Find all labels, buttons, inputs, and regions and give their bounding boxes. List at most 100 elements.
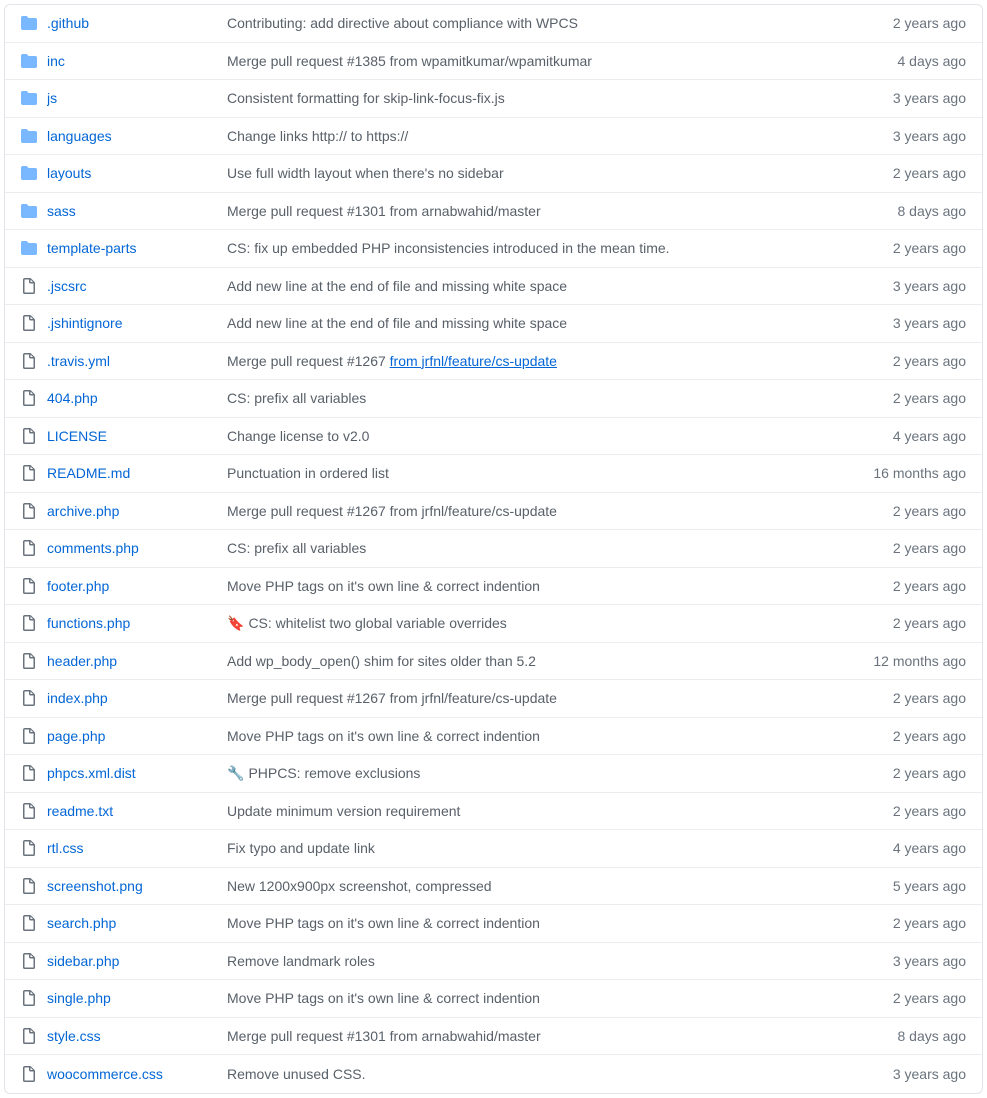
file-row[interactable]: phpcs.xml.dist🔧PHPCS: remove exclusions2… [5,755,982,793]
commit-message[interactable]: CS: prefix all variables [227,540,846,556]
commit-message[interactable]: Merge pull request #1267 from jrfnl/feat… [227,503,846,519]
file-row[interactable]: 404.phpCS: prefix all variables2 years a… [5,380,982,418]
commit-age: 3 years ago [846,1066,966,1082]
commit-message[interactable]: Merge pull request #1267 from jrfnl/feat… [227,353,846,369]
file-name-link[interactable]: .jscsrc [47,278,227,294]
commit-message[interactable]: CS: prefix all variables [227,390,846,406]
commit-message[interactable]: 🔧PHPCS: remove exclusions [227,765,846,782]
commit-age: 2 years ago [846,765,966,781]
file-row[interactable]: footer.phpMove PHP tags on it's own line… [5,568,982,606]
commit-message[interactable]: Use full width layout when there's no si… [227,165,846,181]
file-name-link[interactable]: style.css [47,1028,227,1044]
file-name-link[interactable]: .jshintignore [47,315,227,331]
commit-message[interactable]: Merge pull request #1301 from arnabwahid… [227,1028,846,1044]
commit-message[interactable]: Contributing: add directive about compli… [227,15,846,31]
file-name-link[interactable]: LICENSE [47,428,227,444]
file-name-link[interactable]: header.php [47,653,227,669]
file-name-link[interactable]: archive.php [47,503,227,519]
commit-message[interactable]: 🔖CS: whitelist two global variable overr… [227,615,846,632]
commit-message[interactable]: Merge pull request #1267 from jrfnl/feat… [227,690,846,706]
commit-message[interactable]: Move PHP tags on it's own line & correct… [227,578,846,594]
commit-message[interactable]: Move PHP tags on it's own line & correct… [227,728,846,744]
file-name-link[interactable]: template-parts [47,240,227,256]
file-name-link[interactable]: 404.php [47,390,227,406]
file-row[interactable]: index.phpMerge pull request #1267 from j… [5,680,982,718]
file-row[interactable]: sidebar.phpRemove landmark roles3 years … [5,943,982,981]
commit-message[interactable]: Punctuation in ordered list [227,465,846,481]
commit-message-text: Contributing: add directive about compli… [227,15,578,31]
file-row[interactable]: rtl.cssFix typo and update link4 years a… [5,830,982,868]
commit-message[interactable]: Fix typo and update link [227,840,846,856]
file-name-link[interactable]: layouts [47,165,227,181]
file-name-link[interactable]: phpcs.xml.dist [47,765,227,781]
file-name-link[interactable]: screenshot.png [47,878,227,894]
file-name-link[interactable]: js [47,90,227,106]
file-row[interactable]: template-partsCS: fix up embedded PHP in… [5,230,982,268]
file-row[interactable]: comments.phpCS: prefix all variables2 ye… [5,530,982,568]
commit-link[interactable]: from jrfnl/feature/cs-update [390,353,557,369]
commit-message[interactable]: Add new line at the end of file and miss… [227,315,846,331]
file-name-link[interactable]: sidebar.php [47,953,227,969]
file-row[interactable]: search.phpMove PHP tags on it's own line… [5,905,982,943]
file-name-link[interactable]: search.php [47,915,227,931]
file-row[interactable]: languagesChange links http:// to https:/… [5,118,982,156]
file-row[interactable]: header.phpAdd wp_body_open() shim for si… [5,643,982,681]
file-name-link[interactable]: languages [47,128,227,144]
file-row[interactable]: readme.txtUpdate minimum version require… [5,793,982,831]
commit-message[interactable]: Consistent formatting for skip-link-focu… [227,90,846,106]
commit-message[interactable]: New 1200x900px screenshot, compressed [227,878,846,894]
file-name-link[interactable]: woocommerce.css [47,1066,227,1082]
file-name-link[interactable]: readme.txt [47,803,227,819]
commit-message[interactable]: Update minimum version requirement [227,803,846,819]
commit-message-text: Punctuation in ordered list [227,465,389,481]
commit-message[interactable]: Merge pull request #1301 from arnabwahid… [227,203,846,219]
commit-message[interactable]: Move PHP tags on it's own line & correct… [227,990,846,1006]
file-row[interactable]: .githubContributing: add directive about… [5,5,982,43]
commit-message[interactable]: Merge pull request #1385 from wpamitkuma… [227,53,846,69]
file-row[interactable]: woocommerce.cssRemove unused CSS.3 years… [5,1055,982,1093]
file-name-link[interactable]: functions.php [47,615,227,631]
file-row[interactable]: single.phpMove PHP tags on it's own line… [5,980,982,1018]
commit-message[interactable]: Add new line at the end of file and miss… [227,278,846,294]
file-row[interactable]: README.mdPunctuation in ordered list16 m… [5,455,982,493]
commit-age: 12 months ago [846,653,966,669]
file-name-link[interactable]: inc [47,53,227,69]
commit-message[interactable]: Remove landmark roles [227,953,846,969]
folder-icon [21,128,37,144]
commit-message[interactable]: CS: fix up embedded PHP inconsistencies … [227,240,846,256]
commit-message-text: Use full width layout when there's no si… [227,165,504,181]
file-icon [21,803,37,819]
file-name-link[interactable]: rtl.css [47,840,227,856]
file-row[interactable]: layoutsUse full width layout when there'… [5,155,982,193]
file-name-link[interactable]: .travis.yml [47,353,227,369]
file-row[interactable]: functions.php🔖CS: whitelist two global v… [5,605,982,643]
file-row[interactable]: page.phpMove PHP tags on it's own line &… [5,718,982,756]
file-name-link[interactable]: index.php [47,690,227,706]
file-row[interactable]: style.cssMerge pull request #1301 from a… [5,1018,982,1056]
commit-message[interactable]: Move PHP tags on it's own line & correct… [227,915,846,931]
file-row[interactable]: screenshot.pngNew 1200x900px screenshot,… [5,868,982,906]
file-row[interactable]: incMerge pull request #1385 from wpamitk… [5,43,982,81]
commit-message-text: Merge pull request #1301 from arnabwahid… [227,203,541,219]
commit-message[interactable]: Add wp_body_open() shim for sites older … [227,653,846,669]
file-icon [21,1066,37,1082]
file-row[interactable]: .jscsrcAdd new line at the end of file a… [5,268,982,306]
file-name-link[interactable]: comments.php [47,540,227,556]
file-name-link[interactable]: page.php [47,728,227,744]
file-name-link[interactable]: single.php [47,990,227,1006]
file-name-link[interactable]: .github [47,15,227,31]
file-name-link[interactable]: footer.php [47,578,227,594]
file-row[interactable]: .travis.ymlMerge pull request #1267 from… [5,343,982,381]
commit-message[interactable]: Change license to v2.0 [227,428,846,444]
commit-message[interactable]: Change links http:// to https:// [227,128,846,144]
file-row[interactable]: .jshintignoreAdd new line at the end of … [5,305,982,343]
file-icon [21,278,37,294]
file-icon [21,428,37,444]
file-name-link[interactable]: sass [47,203,227,219]
file-name-link[interactable]: README.md [47,465,227,481]
file-row[interactable]: LICENSEChange license to v2.04 years ago [5,418,982,456]
file-row[interactable]: sassMerge pull request #1301 from arnabw… [5,193,982,231]
file-row[interactable]: jsConsistent formatting for skip-link-fo… [5,80,982,118]
commit-message[interactable]: Remove unused CSS. [227,1066,846,1082]
file-row[interactable]: archive.phpMerge pull request #1267 from… [5,493,982,531]
